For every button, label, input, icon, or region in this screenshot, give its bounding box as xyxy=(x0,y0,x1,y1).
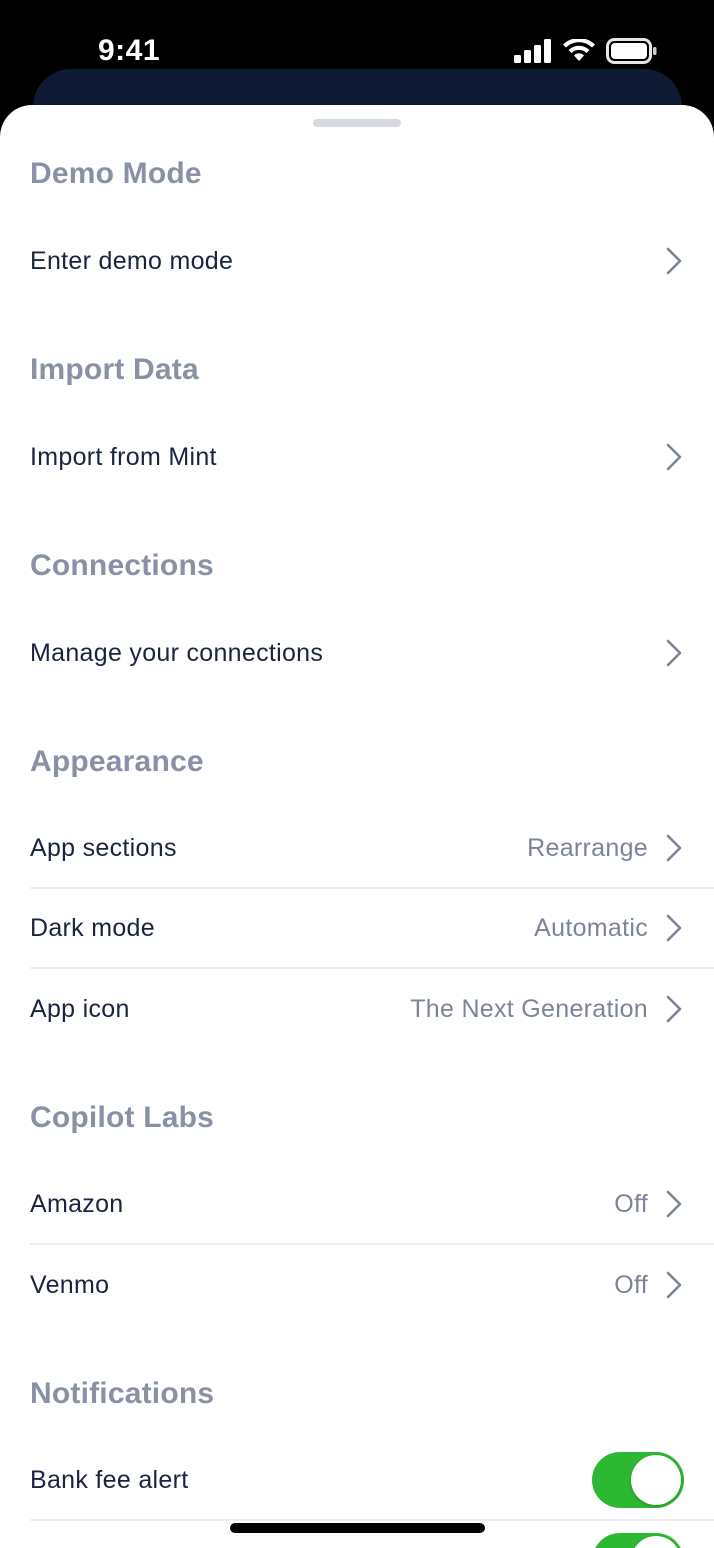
row-value: The Next Generation xyxy=(410,994,648,1023)
home-indicator xyxy=(230,1523,485,1533)
section-header-notifications: Notifications xyxy=(30,1377,215,1410)
row-app-icon[interactable]: App icon The Next Generation xyxy=(30,969,714,1049)
bank-fee-alert-toggle[interactable] xyxy=(592,1452,684,1508)
row-dark-mode[interactable]: Dark mode Automatic xyxy=(30,889,714,969)
sheet-grabber[interactable] xyxy=(313,119,401,127)
battery-icon xyxy=(606,38,657,64)
row-manage-connections[interactable]: Manage your connections xyxy=(30,613,714,693)
chevron-right-icon xyxy=(666,1190,682,1218)
row-label: App sections xyxy=(30,833,177,862)
section-header-appearance: Appearance xyxy=(30,745,204,778)
chevron-right-icon xyxy=(666,1271,682,1299)
screen: 9:41 Demo Mode Enter demo mode Import Da… xyxy=(0,0,714,1548)
row-label: App icon xyxy=(30,994,130,1023)
row-label: Import from Mint xyxy=(30,442,217,471)
row-app-sections[interactable]: App sections Rearrange xyxy=(30,809,714,889)
row-label: Manage your connections xyxy=(30,638,324,667)
chevron-right-icon xyxy=(666,247,682,275)
section-header-copilot-labs: Copilot Labs xyxy=(30,1101,215,1134)
status-time: 9:41 xyxy=(98,34,161,67)
row-enter-demo-mode[interactable]: Enter demo mode xyxy=(30,221,714,301)
chevron-right-icon xyxy=(666,914,682,942)
toggle-knob xyxy=(631,1455,681,1505)
row-venmo[interactable]: Venmo Off xyxy=(30,1245,714,1325)
row-value: Off xyxy=(614,1270,648,1299)
row-bank-fee-alert: Bank fee alert xyxy=(30,1441,714,1521)
cellular-signal-icon xyxy=(514,39,551,63)
status-bar: 9:41 xyxy=(0,0,714,104)
row-label: Amazon xyxy=(30,1189,124,1218)
wifi-icon xyxy=(563,39,595,61)
row-label: Venmo xyxy=(30,1270,110,1299)
row-import-from-mint[interactable]: Import from Mint xyxy=(30,417,714,497)
chevron-right-icon xyxy=(666,834,682,862)
chevron-right-icon xyxy=(666,995,682,1023)
row-label: Dark mode xyxy=(30,913,155,942)
row-value: Off xyxy=(614,1189,648,1218)
row-amazon[interactable]: Amazon Off xyxy=(30,1165,714,1245)
notification-toggle[interactable] xyxy=(592,1533,684,1548)
status-icons xyxy=(514,38,658,64)
row-label: Enter demo mode xyxy=(30,246,234,275)
chevron-right-icon xyxy=(666,639,682,667)
row-label: Bank fee alert xyxy=(30,1465,189,1494)
chevron-right-icon xyxy=(666,443,682,471)
section-header-import-data: Import Data xyxy=(30,353,199,386)
section-header-connections: Connections xyxy=(30,549,214,582)
settings-sheet: Demo Mode Enter demo mode Import Data Im… xyxy=(0,105,714,1548)
row-value: Rearrange xyxy=(527,833,648,862)
row-value: Automatic xyxy=(534,913,648,942)
section-header-demo-mode: Demo Mode xyxy=(30,157,202,190)
toggle-knob xyxy=(631,1536,681,1548)
